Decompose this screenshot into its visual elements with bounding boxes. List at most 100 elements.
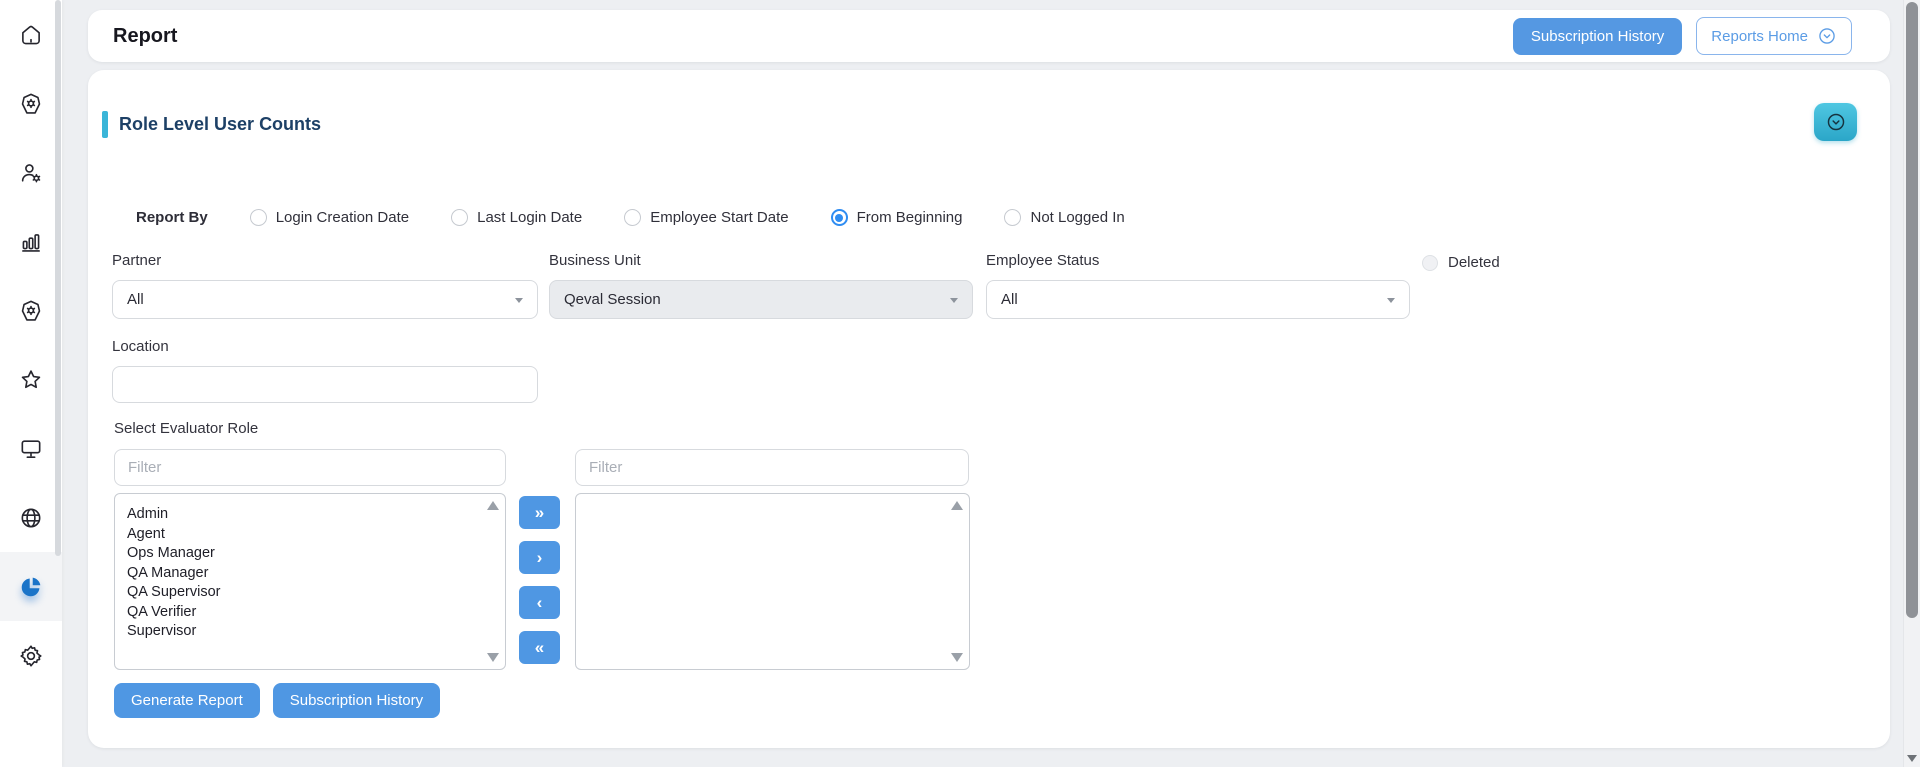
radio-icon[interactable] [831,209,848,226]
main-area: Report Subscription History Reports Home… [62,0,1920,767]
generate-report-button[interactable]: Generate Report [114,683,260,718]
card-title-row: Role Level User Counts [102,111,321,138]
sidebar-item-badge[interactable] [0,69,62,138]
business-unit-label: Business Unit [549,252,973,269]
caret-down-icon [1387,298,1395,303]
caret-down-icon [515,298,523,303]
report-by-option[interactable]: Last Login Date [451,209,582,226]
move-right-button[interactable]: › [519,541,560,574]
gear-icon [18,643,44,669]
deleted-label: Deleted [1448,254,1500,271]
star-icon [18,367,44,393]
page-title: Report [113,25,177,48]
partner-field: Partner All [112,252,538,319]
radio-label: Login Creation Date [276,209,409,226]
sidebar-item-analytics-active[interactable] [0,552,62,621]
header-actions: Subscription History Reports Home [1513,17,1852,55]
user-gear-icon [18,160,44,186]
subscription-history-button-bottom[interactable]: Subscription History [273,683,440,718]
radio-icon[interactable] [624,209,641,226]
sidebar-item-favorites[interactable] [0,345,62,414]
sidebar-scrollbar[interactable] [55,0,61,556]
page-scrollbar-thumb[interactable] [1906,2,1918,618]
deleted-checkbox[interactable] [1422,255,1438,271]
list-item[interactable]: Agent [127,525,479,545]
sidebar-item-reports[interactable] [0,207,62,276]
sidebar-item-web[interactable] [0,483,62,552]
report-by-row: Report By Login Creation Date Last Login… [136,209,1125,226]
transfer-buttons: » › ‹ « [519,496,560,664]
employee-status-label: Employee Status [986,252,1410,269]
employee-status-select[interactable]: All [986,280,1410,319]
radio-icon[interactable] [250,209,267,226]
available-roles-filter-input[interactable] [114,449,506,486]
collapse-card-button[interactable] [1814,103,1857,141]
page-scrollbar[interactable] [1903,0,1920,767]
available-filter-field [114,449,506,486]
chevron-down-circle-icon [1817,26,1837,46]
sidebar [0,0,62,767]
page-header: Report Subscription History Reports Home [88,10,1890,62]
deleted-checkbox-field[interactable]: Deleted [1422,254,1500,271]
employee-status-select-value: All [1001,291,1018,308]
radio-label: From Beginning [857,209,963,226]
caret-down-icon [950,298,958,303]
report-by-option[interactable]: Employee Start Date [624,209,788,226]
scroll-down-arrow[interactable] [1907,755,1917,762]
partner-select-value: All [127,291,144,308]
list-item[interactable]: QA Manager [127,564,479,584]
list-item[interactable]: QA Supervisor [127,583,479,603]
report-by-option[interactable]: Login Creation Date [250,209,409,226]
list-item[interactable]: Supervisor [127,622,479,642]
sidebar-item-user-settings[interactable] [0,138,62,207]
sidebar-item-home[interactable] [0,0,62,69]
report-by-option[interactable]: Not Logged In [1004,209,1124,226]
selected-roles-filter-input[interactable] [575,449,969,486]
scroll-down-arrow[interactable] [951,653,963,662]
subscription-history-button[interactable]: Subscription History [1513,18,1682,55]
partner-label: Partner [112,252,538,269]
scroll-up-arrow[interactable] [487,501,499,510]
chevron-down-circle-icon [1825,111,1847,133]
list-item[interactable]: QA Verifier [127,603,479,623]
selected-filter-field [575,449,969,486]
globe-icon [18,505,44,531]
partner-select[interactable]: All [112,280,538,319]
card-actions: Generate Report Subscription History [114,683,440,718]
reports-home-label: Reports Home [1711,28,1808,45]
move-left-button[interactable]: ‹ [519,586,560,619]
role-level-user-counts-card: Role Level User Counts Report By Login C… [88,70,1890,748]
business-unit-select[interactable]: Qeval Session [549,280,973,319]
pie-chart-icon [18,574,44,600]
location-field: Location [112,338,538,403]
reports-home-button[interactable]: Reports Home [1696,17,1852,55]
bar-chart-icon [18,229,44,255]
list-item[interactable]: Ops Manager [127,544,479,564]
radio-label: Last Login Date [477,209,582,226]
radio-label: Not Logged In [1030,209,1124,226]
list-item[interactable]: Admin [127,505,479,525]
move-all-left-button[interactable]: « [519,631,560,664]
home-icon [18,22,44,48]
sidebar-item-monitor[interactable] [0,414,62,483]
location-input[interactable] [112,366,538,403]
card-title: Role Level User Counts [119,114,321,135]
report-by-option[interactable]: From Beginning [831,209,963,226]
monitor-icon [18,436,44,462]
business-unit-select-value: Qeval Session [564,291,661,308]
sidebar-item-badge-2[interactable] [0,276,62,345]
scroll-down-arrow[interactable] [487,653,499,662]
radio-icon[interactable] [451,209,468,226]
employee-status-field: Employee Status All [986,252,1410,319]
business-unit-field: Business Unit Qeval Session [549,252,973,319]
title-accent-bar [102,111,108,138]
selected-roles-listbox[interactable] [575,493,970,670]
available-roles-listbox[interactable]: Admin Agent Ops Manager QA Manager QA Su… [114,493,506,670]
badge-gear-icon [18,298,44,324]
scroll-up-arrow[interactable] [951,501,963,510]
move-all-right-button[interactable]: » [519,496,560,529]
report-by-label: Report By [136,209,208,226]
sidebar-item-settings[interactable] [0,621,62,690]
badge-gear-icon [18,91,44,117]
radio-icon[interactable] [1004,209,1021,226]
